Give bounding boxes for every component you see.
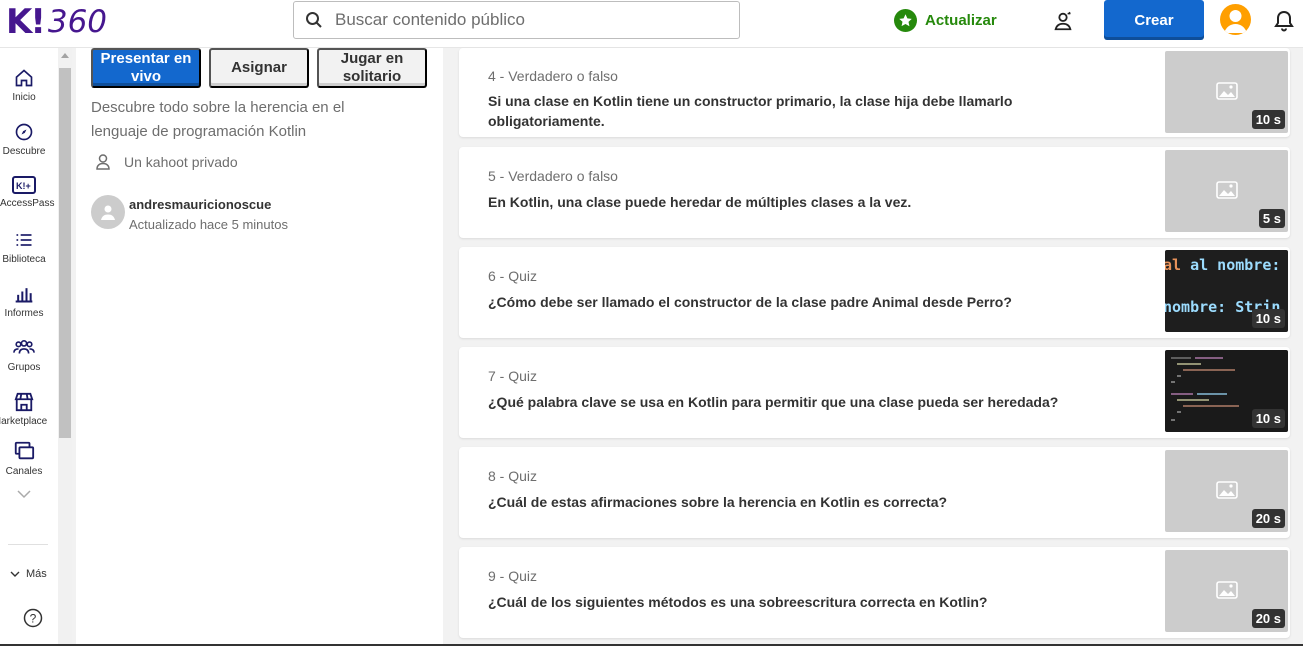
nav-more-label: Más [26,568,47,580]
search-box[interactable] [293,1,740,39]
nav-divider [8,544,48,545]
question-card[interactable]: 9 - Quiz ¿Cuál de los siguientes métodos… [459,547,1290,638]
top-header: K! 360 Actualizar Crear [0,0,1303,48]
question-image: 20 s [1165,550,1288,632]
logo-k: K! [6,2,46,42]
chart-icon [15,288,33,303]
question-text: ¿Qué palabra clave se usa en Kotlin para… [488,394,1059,410]
time-badge: 10 s [1251,409,1285,428]
question-card[interactable]: 8 - Quiz ¿Cuál de estas afirmaciones sob… [459,447,1290,538]
nav-item-biblioteca[interactable]: Biblioteca [0,230,48,265]
nav-item-accesspass[interactable]: K!+ AccessPass [0,176,54,209]
kahoot-info-panel: Presentar en vivo Asignar Jugar en solit… [76,48,443,646]
nav-item-grupos[interactable]: Grupos [0,338,48,373]
upgrade-link[interactable]: Actualizar [894,8,997,32]
logo-360: 360 [47,4,108,40]
user-switch-icon[interactable] [1052,10,1074,37]
assign-button[interactable]: Asignar [209,48,309,88]
author-block[interactable]: andresmauricionoscue Actualizado hace 5 … [91,195,288,232]
bell-icon[interactable] [1274,10,1294,37]
image-placeholder-icon [1216,481,1238,499]
search-input[interactable] [335,10,715,30]
nav-label: Informes [4,308,44,319]
scrollbar-thumb[interactable] [59,68,71,438]
nav-label: Grupos [7,362,41,373]
upgrade-label: Actualizar [925,11,997,29]
time-badge: 10 s [1251,309,1285,328]
kahoot-description: Descubre todo sobre la herencia en el le… [91,99,345,140]
compass-icon [15,123,33,141]
question-text: ¿Cuál de los siguientes métodos es una s… [488,594,988,610]
time-badge: 10 s [1251,110,1285,129]
present-live-button[interactable]: Presentar en vivo [91,48,201,88]
question-card[interactable]: 7 - Quiz ¿Qué palabra clave se usa en Ko… [459,347,1290,438]
user-avatar[interactable] [1220,4,1251,35]
question-image: 20 s [1165,450,1288,532]
image-placeholder-icon [1216,82,1238,100]
question-text: Si una clase en Kotlin tiene un construc… [488,93,1013,129]
question-text: En Kotlin, una clase puede heredar de mú… [488,194,912,210]
time-badge: 20 s [1251,609,1285,628]
question-card[interactable]: 4 - Verdadero o falso Si una clase en Ko… [459,48,1290,137]
help-icon[interactable]: ? [23,608,43,633]
author-name[interactable]: andresmauricionoscue [129,197,288,212]
image-placeholder-icon [1216,181,1238,199]
nav-label: Biblioteca [2,254,46,265]
channels-icon [14,441,35,460]
chevron-down-icon [10,571,20,577]
star-icon [894,8,917,32]
nav-label: AccessPass [0,198,55,209]
nav-more[interactable]: Más [10,568,47,580]
image-placeholder-icon [1216,581,1238,599]
question-text: ¿Cuál de estas afirmaciones sobre la her… [488,494,948,510]
time-badge: 20 s [1251,509,1285,528]
nav-item-marketplace[interactable]: Marketplace [0,392,48,427]
group-icon [13,340,35,354]
question-card[interactable]: 5 - Verdadero o falso En Kotlin, una cla… [459,147,1290,238]
nav-item-informes[interactable]: Informes [0,284,48,319]
question-image: 10 s [1165,51,1288,133]
svg-text:?: ? [30,612,37,626]
privacy-status: Un kahoot privado [96,154,238,170]
create-button[interactable]: Crear [1104,0,1204,40]
kahoot-360-logo[interactable]: K! 360 [6,2,107,42]
question-type: 4 - Verdadero o falso [488,68,618,84]
nav-label: Canales [5,466,43,477]
time-badge: 5 s [1258,209,1285,228]
chevron-down-icon[interactable] [16,486,32,504]
nav-label: Marketplace [0,416,48,427]
person-icon [96,154,110,170]
question-image: al al nombre: Str nombre: Strin 10 s [1165,250,1288,332]
play-solo-button[interactable]: Jugar en solitario [317,48,427,88]
question-image: 5 s [1165,150,1288,232]
question-type: 6 - Quiz [488,268,538,284]
privacy-label: Un kahoot privado [124,154,238,170]
question-image: 10 s [1165,350,1288,432]
scroll-up-arrow-icon[interactable] [61,53,69,58]
svg-text:K!+: K!+ [16,181,31,191]
nav-item-descubre[interactable]: Descubre [0,122,48,157]
question-text: ¿Cómo debe ser llamado el constructor de… [488,294,1012,310]
nav-label: Descubre [2,146,46,157]
nav-label: Inicio [12,92,36,103]
code-line: al al nombre: Str [1165,256,1288,274]
home-icon [15,69,33,87]
nav-scrollbar[interactable] [58,48,72,646]
store-icon [14,392,34,412]
list-icon [16,234,32,246]
left-navigation: Inicio Descubre K!+ AccessPass Bibliotec… [0,48,58,646]
author-avatar [91,195,125,229]
updated-time: Actualizado hace 5 minutos [129,217,288,232]
question-type: 7 - Quiz [488,368,538,384]
page-scrollbar[interactable] [1296,48,1303,646]
nav-item-canales[interactable]: Canales [0,440,48,477]
question-card[interactable]: 6 - Quiz ¿Cómo debe ser llamado el const… [459,247,1290,338]
search-icon [306,12,322,28]
nav-item-inicio[interactable]: Inicio [0,68,48,103]
accesspass-icon: K!+ [12,176,36,194]
question-type: 8 - Quiz [488,468,538,484]
question-type: 5 - Verdadero o falso [488,168,618,184]
question-type: 9 - Quiz [488,568,538,584]
